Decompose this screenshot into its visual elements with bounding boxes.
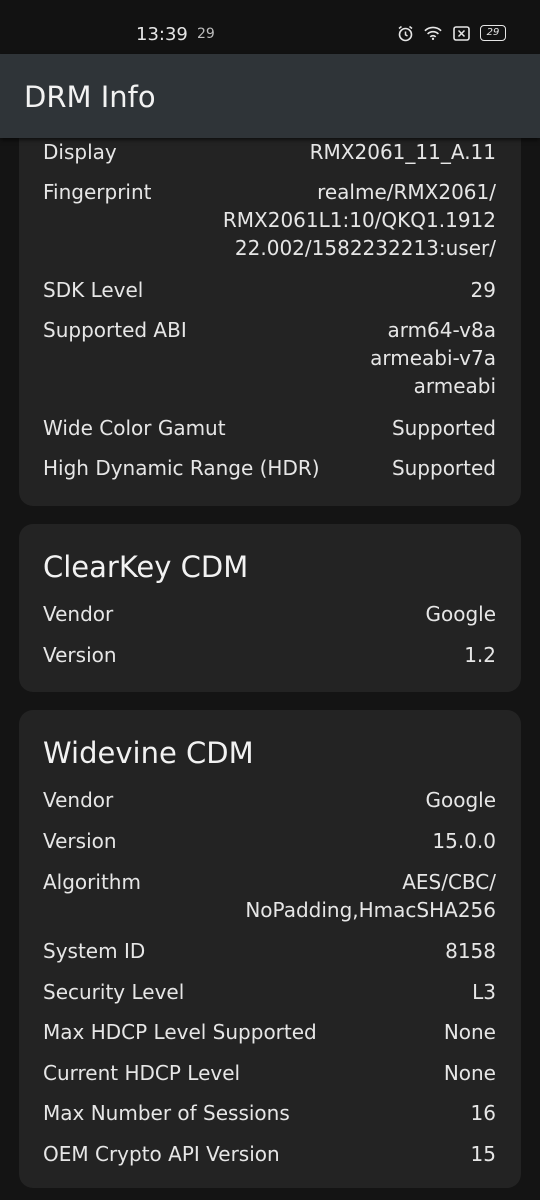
row-value: None [443, 1020, 496, 1044]
row-label: High Dynamic Range (HDR) [43, 456, 320, 480]
row-value: 15 [470, 1142, 496, 1166]
row-value: realme/RMX2061/ RMX2061L1:10/QKQ1.1912 2… [222, 180, 496, 260]
widevine-cdm-card: Widevine CDM Vendor Google Version 15.0.… [19, 710, 521, 1188]
row-value: Google [425, 788, 496, 812]
row-label: Supported ABI [43, 318, 187, 342]
status-bar: 13:39 29 29 [0, 0, 540, 54]
clearkey-cdm-card: ClearKey CDM Vendor Google Version 1.2 [19, 524, 521, 692]
card-title: ClearKey CDM [43, 550, 249, 584]
battery-icon: 29 [480, 25, 506, 41]
row-label: Security Level [43, 980, 185, 1004]
row-label: Vendor [43, 788, 114, 812]
alarm-icon [396, 24, 414, 42]
device-info-card: Display RMX2061_11_A.11 Fingerprint real… [19, 138, 521, 506]
info-row-version: Version 1.2 [43, 641, 496, 669]
row-value: RMX2061_11_A.11 [309, 140, 496, 164]
info-row-system-id: System ID 8158 [43, 937, 496, 965]
row-label: Vendor [43, 602, 114, 626]
info-row-supported-abi: Supported ABI arm64-v8a armeabi-v7a arme… [43, 316, 496, 400]
info-row-version: Version 15.0.0 [43, 827, 496, 855]
row-value: Supported [391, 456, 496, 480]
info-row-fingerprint: Fingerprint realme/RMX2061/ RMX2061L1:10… [43, 178, 496, 262]
row-value: 8158 [445, 939, 496, 963]
page-title: DRM Info [24, 80, 156, 114]
info-row-wide-color-gamut: Wide Color Gamut Supported [43, 414, 496, 442]
notification-count: 29 [197, 26, 215, 42]
status-time: 13:39 [136, 24, 188, 45]
row-value: 29 [470, 278, 496, 302]
row-value: L3 [472, 980, 496, 1004]
row-label: System ID [43, 939, 146, 963]
row-label: Current HDCP Level [43, 1061, 241, 1085]
info-row-max-hdcp-level: Max HDCP Level Supported None [43, 1018, 496, 1046]
info-row-current-hdcp-level: Current HDCP Level None [43, 1059, 496, 1087]
info-row-max-sessions: Max Number of Sessions 16 [43, 1099, 496, 1127]
info-row-vendor: Vendor Google [43, 600, 496, 628]
row-value: 1.2 [464, 643, 496, 667]
row-value: Supported [391, 416, 496, 440]
info-row-oem-crypto-api-version: OEM Crypto API Version 15 [43, 1140, 496, 1168]
row-label: Wide Color Gamut [43, 416, 226, 440]
row-label: SDK Level [43, 278, 144, 302]
row-label: Version [43, 643, 117, 667]
row-label: Max Number of Sessions [43, 1101, 290, 1125]
row-label: Max HDCP Level Supported [43, 1020, 317, 1044]
content-scroll[interactable]: Display RMX2061_11_A.11 Fingerprint real… [0, 138, 540, 1200]
row-label: Fingerprint [43, 180, 152, 204]
row-value: None [443, 1061, 496, 1085]
row-value: Google [425, 602, 496, 626]
card-title: Widevine CDM [43, 736, 254, 770]
row-label: Algorithm [43, 870, 141, 894]
status-icons: 29 [396, 24, 506, 42]
info-row-algorithm: Algorithm AES/CBC/ NoPadding,HmacSHA256 [43, 868, 496, 924]
row-label: Display [43, 140, 117, 164]
info-row-sdk-level: SDK Level 29 [43, 276, 496, 304]
info-row-display: Display RMX2061_11_A.11 [43, 138, 496, 166]
row-label: Version [43, 829, 117, 853]
row-value: 15.0.0 [432, 829, 496, 853]
info-row-vendor: Vendor Google [43, 786, 496, 814]
info-row-hdr: High Dynamic Range (HDR) Supported [43, 454, 496, 482]
sim-icon [452, 24, 470, 42]
app-bar: DRM Info [0, 54, 540, 138]
row-value: 16 [470, 1101, 496, 1125]
wifi-icon [424, 24, 442, 42]
row-label: OEM Crypto API Version [43, 1142, 280, 1166]
row-value: AES/CBC/ NoPadding,HmacSHA256 [245, 870, 496, 922]
row-value: arm64-v8a armeabi-v7a armeabi [370, 318, 496, 398]
info-row-security-level: Security Level L3 [43, 978, 496, 1006]
